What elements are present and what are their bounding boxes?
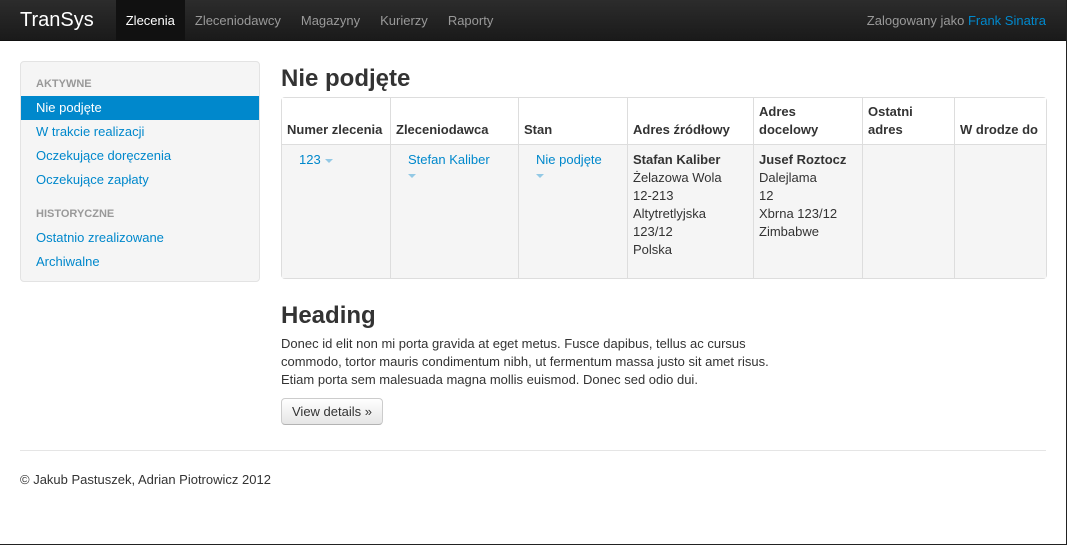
sidebar: AKTYWNE Nie podjęte W trakcie realizacji…	[20, 61, 260, 282]
column-header-en-route: W drodze do	[954, 98, 1046, 144]
top-navbar: TranSys Zlecenia Zleceniodawcy Magazyny …	[0, 0, 1066, 41]
destination-name: Jusef Roztocz	[759, 152, 847, 167]
cell-en-route	[954, 144, 1046, 278]
sidebar-item-oczekujace-zaplaty[interactable]: Oczekujące zapłaty	[21, 168, 259, 192]
column-header-last-address: Ostatni adres	[862, 98, 954, 144]
cell-last-address	[862, 144, 954, 278]
user-link[interactable]: Frank Sinatra	[968, 13, 1046, 28]
source-line: 123/12	[633, 224, 673, 239]
cell-status: Nie podjęte	[518, 144, 627, 278]
column-header-status: Stan	[518, 98, 627, 144]
source-line: Altytretlyjska	[633, 206, 706, 221]
source-line: 12-213	[633, 188, 674, 203]
nav-item-raporty[interactable]: Raporty	[438, 0, 504, 40]
sidebar-header-active: AKTYWNE	[36, 78, 92, 90]
cell-source-address: Stafan Kaliber Żelazowa Wola 12-213 Alty…	[627, 144, 753, 278]
sidebar-item-nie-podjete[interactable]: Nie podjęte	[21, 96, 259, 120]
client-dropdown[interactable]: Stefan Kaliber	[396, 151, 513, 178]
nav-item-magazyny[interactable]: Magazyny	[291, 0, 370, 40]
footer-divider	[20, 450, 1046, 451]
sidebar-item-w-trakcie[interactable]: W trakcie realizacji	[21, 120, 259, 144]
brand-logo[interactable]: TranSys	[20, 0, 94, 40]
caret-down-icon	[408, 174, 416, 178]
column-header-client: Zleceniodawca	[390, 98, 518, 144]
page-title: Nie podjęte	[281, 65, 411, 92]
orders-table: Numer zlecenia Zleceniodawca Stan Adres …	[281, 97, 1047, 279]
table-header-row: Numer zlecenia Zleceniodawca Stan Adres …	[282, 98, 1046, 144]
view-details-button[interactable]: View details »	[281, 398, 383, 425]
order-number-dropdown[interactable]: 123	[287, 152, 333, 167]
column-header-destination-address: Adres docelowy	[753, 98, 862, 144]
client-link[interactable]: Stefan Kaliber	[408, 152, 490, 167]
sidebar-divider	[21, 192, 259, 201]
section-paragraph: Donec id elit non mi porta gravida at eg…	[281, 336, 769, 387]
main-nav: Zlecenia Zleceniodawcy Magazyny Kurierzy…	[115, 0, 504, 40]
table-row: 123 Stefan Kaliber Nie podjęte Stafan Ka…	[282, 144, 1046, 278]
source-line: Polska	[633, 242, 673, 257]
sidebar-header-historical: HISTORYCZNE	[36, 208, 115, 220]
destination-line: Dalejlama	[759, 170, 817, 185]
cell-number: 123	[282, 144, 390, 278]
nav-item-zleceniodawcy[interactable]: Zleceniodawcy	[185, 0, 291, 40]
footer-copyright: © Jakub Pastuszek, Adrian Piotrowicz 201…	[20, 472, 271, 487]
column-header-number: Numer zlecenia	[282, 98, 390, 144]
cell-destination-address: Jusef Roztocz Dalejlama 12 Xbrna 123/12 …	[753, 144, 862, 278]
logged-in-prefix: Zalogowany jako	[866, 13, 968, 28]
destination-line: 12	[759, 188, 774, 203]
logged-in-status: Zalogowany jako Frank Sinatra	[867, 0, 1046, 40]
cell-client: Stefan Kaliber	[390, 144, 518, 278]
nav-item-kurierzy[interactable]: Kurierzy	[370, 0, 438, 40]
section-heading: Heading	[281, 302, 376, 329]
status-link[interactable]: Nie podjęte	[536, 152, 602, 167]
destination-line: Zimbabwe	[759, 224, 819, 239]
status-dropdown[interactable]: Nie podjęte	[524, 151, 622, 178]
sidebar-item-ostatnio-zrealizowane[interactable]: Ostatnio zrealizowane	[21, 226, 259, 250]
caret-down-icon	[324, 158, 333, 163]
source-line: Żelazowa Wola	[633, 170, 722, 185]
order-number-link[interactable]: 123	[299, 152, 321, 167]
destination-line: Xbrna 123/12	[759, 206, 838, 221]
nav-item-zlecenia[interactable]: Zlecenia	[115, 0, 185, 40]
source-name: Stafan Kaliber	[633, 152, 721, 167]
sidebar-item-oczekujace-doreczenia[interactable]: Oczekujące doręczenia	[21, 144, 259, 168]
caret-down-icon	[536, 174, 544, 178]
column-header-source-address: Adres źródłowy	[627, 98, 753, 144]
sidebar-item-archiwalne[interactable]: Archiwalne	[21, 250, 259, 274]
main-content: Nie podjęte Numer zlecenia Zleceniodawca…	[281, 62, 1047, 425]
